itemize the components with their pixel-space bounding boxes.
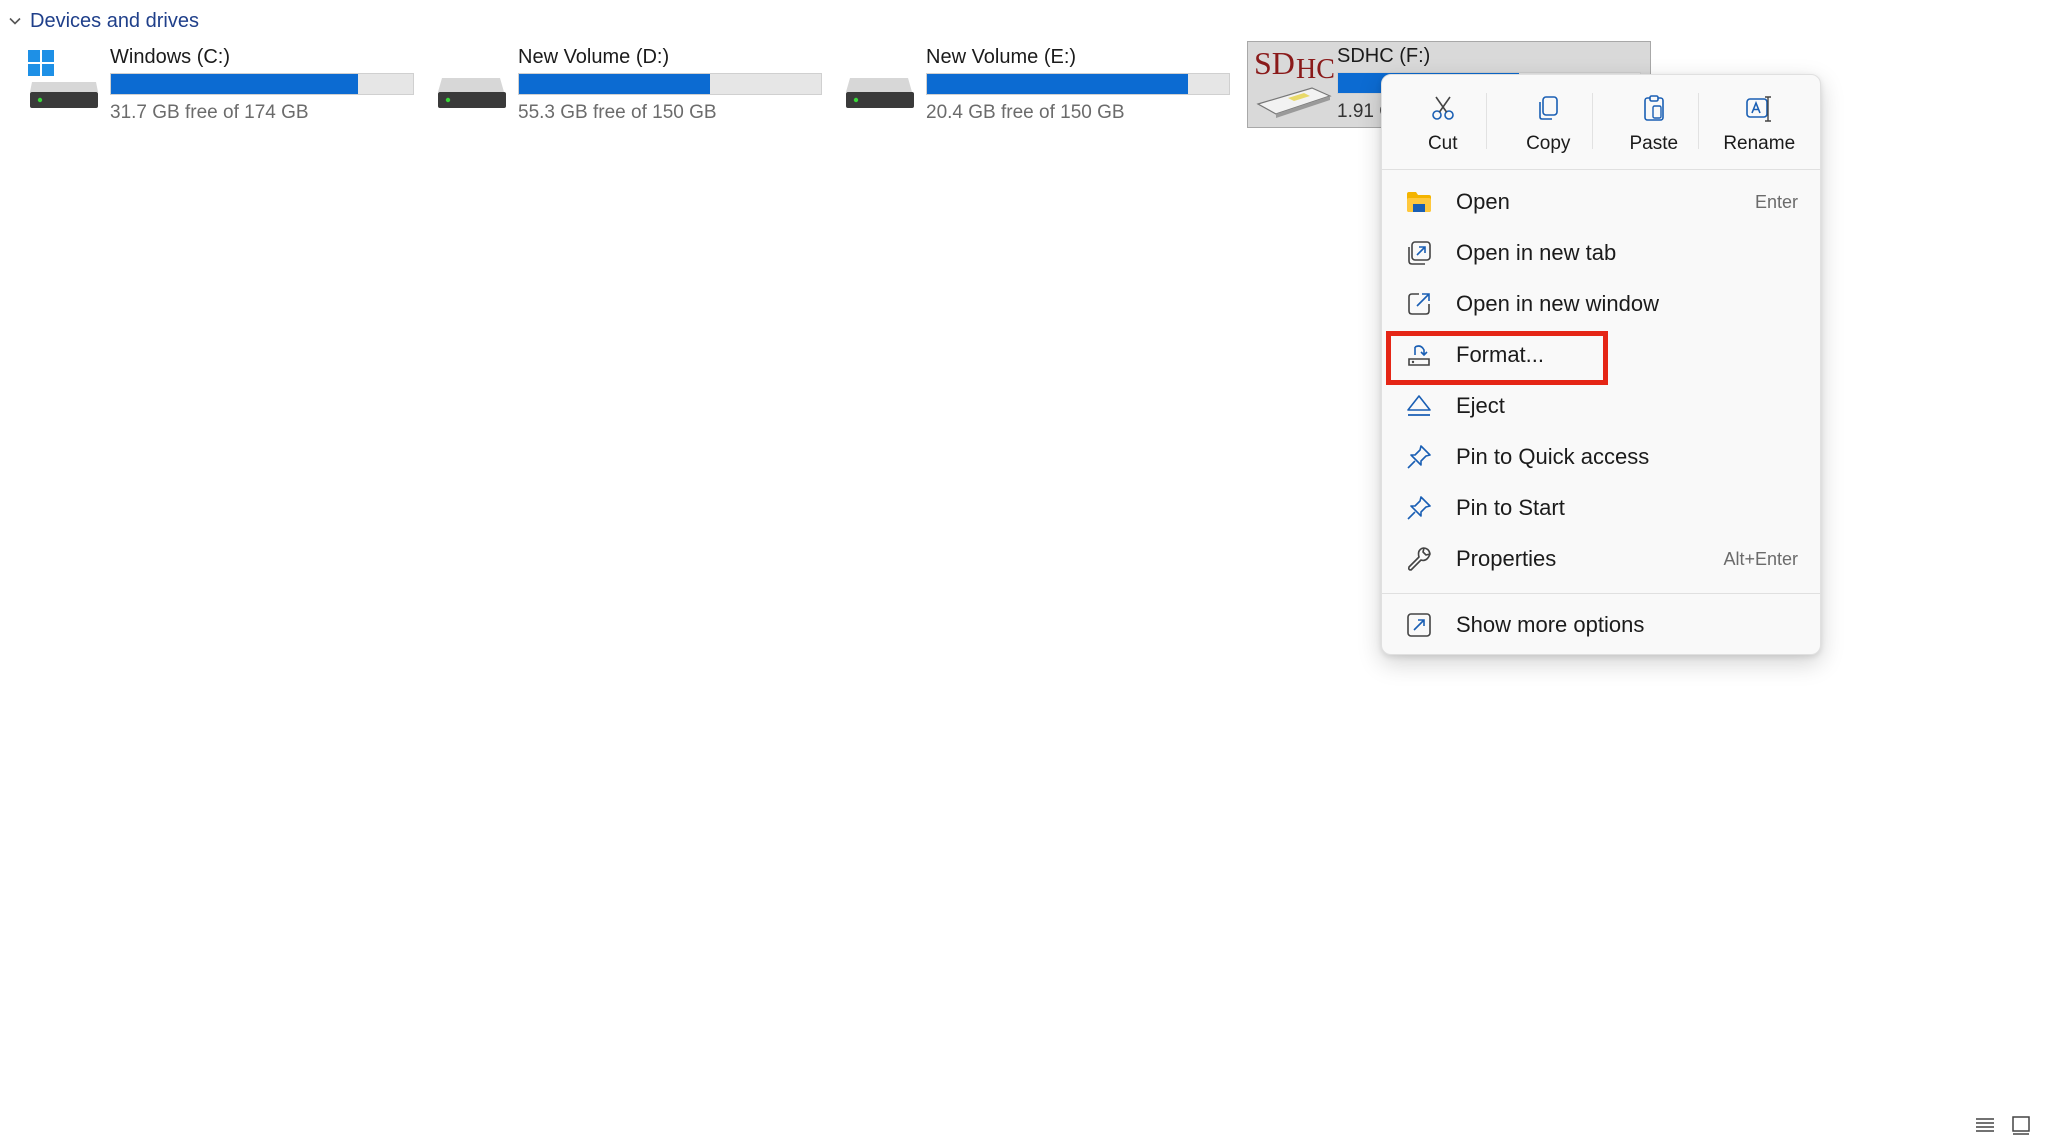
- usage-bar: [110, 73, 414, 95]
- more-options-icon: [1404, 610, 1434, 640]
- drive-d[interactable]: New Volume (D:) 55.3 GB free of 150 GB: [434, 42, 834, 130]
- drive-e[interactable]: New Volume (E:) 20.4 GB free of 150 GB: [842, 42, 1242, 130]
- menu-item-label: Pin to Start: [1456, 495, 1565, 520]
- quick-action-separator: [1698, 93, 1699, 149]
- sd-logo-hc: HC: [1296, 54, 1334, 85]
- menu-item-open[interactable]: Open Enter: [1394, 179, 1810, 225]
- quick-action-separator: [1486, 93, 1487, 149]
- scissors-icon: [1431, 96, 1454, 120]
- menu-item-label: Eject: [1456, 393, 1505, 418]
- usage-bar: [518, 73, 822, 95]
- drive-c[interactable]: Windows (C:) 31.7 GB free of 174 GB: [26, 42, 426, 130]
- copy-button[interactable]: Copy: [1498, 75, 1598, 167]
- sd-card-icon: SD HC: [1254, 45, 1334, 118]
- section-title: Devices and drives: [30, 9, 199, 32]
- copy-label: Copy: [1526, 133, 1571, 154]
- chevron-down-icon: [9, 17, 21, 25]
- drive-free-space: 20.4 GB free of 150 GB: [926, 102, 1125, 123]
- menu-item-show-more-options[interactable]: Show more options: [1394, 602, 1810, 648]
- quick-actions-bar: Cut Copy Paste Rename: [1382, 75, 1820, 167]
- menu-item-format[interactable]: Format...: [1394, 332, 1810, 378]
- clipboard-icon: [1643, 95, 1664, 121]
- eject-icon: [1404, 391, 1434, 421]
- menu-item-shortcut: Alt+Enter: [1723, 548, 1798, 569]
- wrench-icon: [1404, 544, 1434, 574]
- menu-item-label: Pin to Quick access: [1456, 444, 1650, 469]
- view-toggles: [1974, 1114, 2032, 1136]
- sd-logo-sd: SD: [1254, 45, 1295, 81]
- menu-divider: [1382, 593, 1820, 594]
- hard-drive-icon: [438, 78, 506, 108]
- drive-free-space: 55.3 GB free of 150 GB: [518, 102, 717, 123]
- new-window-icon: [1404, 289, 1434, 319]
- menu-item-open-in-new-window[interactable]: Open in new window: [1394, 281, 1810, 327]
- menu-item-label: Format...: [1456, 342, 1545, 367]
- details-view-icon[interactable]: [1974, 1114, 1996, 1136]
- quick-action-separator: [1592, 93, 1593, 149]
- usage-bar-fill: [111, 74, 359, 94]
- menu-item-open-in-new-tab[interactable]: Open in new tab: [1394, 230, 1810, 276]
- menu-item-label: Open in new tab: [1456, 240, 1617, 265]
- rename-button[interactable]: Rename: [1709, 75, 1809, 167]
- menu-divider: [1382, 169, 1820, 170]
- menu-item-label: Open in new window: [1456, 291, 1660, 316]
- pin-icon: [1404, 442, 1434, 472]
- menu-item-pin-to-quick-access[interactable]: Pin to Quick access: [1394, 434, 1810, 480]
- drive-free-space: 31.7 GB free of 174 GB: [110, 102, 309, 123]
- rename-icon: [1746, 96, 1772, 122]
- cut-button[interactable]: Cut: [1393, 75, 1493, 167]
- menu-item-label: Open: [1456, 189, 1510, 214]
- menu-item-pin-to-start[interactable]: Pin to Start: [1394, 485, 1810, 531]
- new-tab-icon: [1404, 238, 1434, 268]
- paste-button[interactable]: Paste: [1604, 75, 1704, 167]
- menu-item-label: Show more options: [1456, 612, 1645, 637]
- usage-bar-fill: [519, 74, 710, 94]
- drive-name: New Volume (D:): [518, 46, 670, 68]
- tiles-view-icon[interactable]: [2010, 1114, 2032, 1136]
- usage-bar: [926, 73, 1230, 95]
- cut-label: Cut: [1427, 133, 1458, 154]
- windows-drive-icon: [28, 50, 98, 108]
- copy-icon: [1539, 96, 1559, 120]
- menu-item-label: Properties: [1456, 546, 1557, 571]
- drive-name: New Volume (E:): [926, 46, 1077, 68]
- drive-name: SDHC (F:): [1337, 45, 1431, 67]
- menu-item-eject[interactable]: Eject: [1394, 383, 1810, 429]
- context-menu: Cut Copy Paste Rename Open Enter Open in…: [1381, 74, 1821, 655]
- rename-label: Rename: [1723, 133, 1796, 154]
- menu-item-shortcut: Enter: [1754, 191, 1798, 212]
- paste-label: Paste: [1629, 133, 1679, 154]
- format-icon: [1404, 340, 1434, 370]
- folder-icon: [1404, 187, 1434, 217]
- pin-icon: [1404, 493, 1434, 523]
- drive-name: Windows (C:): [110, 46, 231, 68]
- devices-and-drives-header[interactable]: Devices and drives: [8, 8, 199, 34]
- hard-drive-icon: [846, 78, 914, 108]
- usage-bar-fill: [927, 74, 1188, 94]
- menu-item-properties[interactable]: Properties Alt+Enter: [1394, 536, 1810, 582]
